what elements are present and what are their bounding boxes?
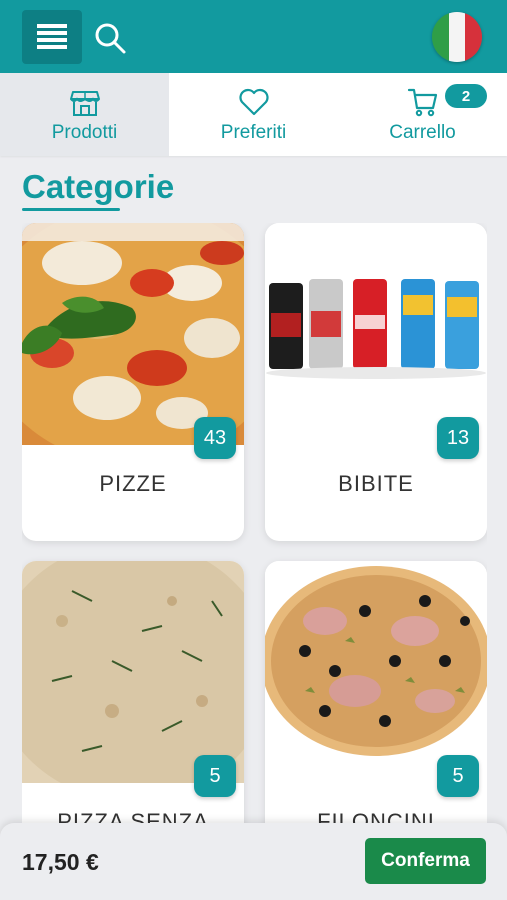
page-title: Categorie xyxy=(22,168,175,205)
category-count-badge: 5 xyxy=(437,755,479,797)
confirm-button[interactable]: Conferma xyxy=(365,838,486,884)
tab-prodotti-label: Prodotti xyxy=(51,121,118,143)
category-image-bibite xyxy=(265,223,487,445)
search-icon xyxy=(95,23,126,54)
category-card-pizza-senza[interactable]: 5 PIZZA SENZA xyxy=(22,561,244,823)
cart-count-badge: 2 xyxy=(445,84,487,108)
category-name: PIZZE xyxy=(99,471,167,496)
heart-icon xyxy=(238,88,269,115)
search-button[interactable] xyxy=(92,20,128,56)
italian-flag-icon[interactable] xyxy=(432,12,482,62)
tab-bar: Prodotti Preferiti Carrello xyxy=(0,73,507,156)
cart-total: 17,50 € xyxy=(22,849,99,875)
tab-prodotti[interactable]: Prodotti xyxy=(0,73,169,156)
category-image-filoncini xyxy=(265,561,487,783)
category-image-pizza-senza xyxy=(22,561,244,783)
checkout-bar: 17,50 € Conferma xyxy=(0,823,507,900)
category-card-bibite[interactable]: 13 BIBITE xyxy=(265,223,487,541)
category-card-filoncini[interactable]: 5 FILONCINI xyxy=(265,561,487,823)
tab-carrello-label: Carrello xyxy=(389,121,456,143)
store-icon xyxy=(69,90,100,116)
category-grid: 43 PIZZE 13 BIBITE 5 PIZZA SENZA 5 FILON… xyxy=(22,223,487,823)
category-name: FILONCINI xyxy=(317,809,435,823)
category-count-badge: 13 xyxy=(437,417,479,459)
cart-icon xyxy=(407,88,437,116)
tab-preferiti-label: Preferiti xyxy=(220,121,287,143)
category-image-pizze xyxy=(22,223,244,445)
category-card-pizze[interactable]: 43 PIZZE xyxy=(22,223,244,541)
category-name: BIBITE xyxy=(338,471,414,496)
top-app-bar xyxy=(0,0,507,73)
menu-button[interactable] xyxy=(22,10,82,64)
title-underline xyxy=(22,208,120,211)
category-count-badge: 5 xyxy=(194,755,236,797)
tab-preferiti[interactable]: Preferiti xyxy=(169,73,338,156)
category-count-badge: 43 xyxy=(194,417,236,459)
hamburger-menu-icon xyxy=(37,24,67,49)
category-name: PIZZA SENZA xyxy=(57,809,209,823)
